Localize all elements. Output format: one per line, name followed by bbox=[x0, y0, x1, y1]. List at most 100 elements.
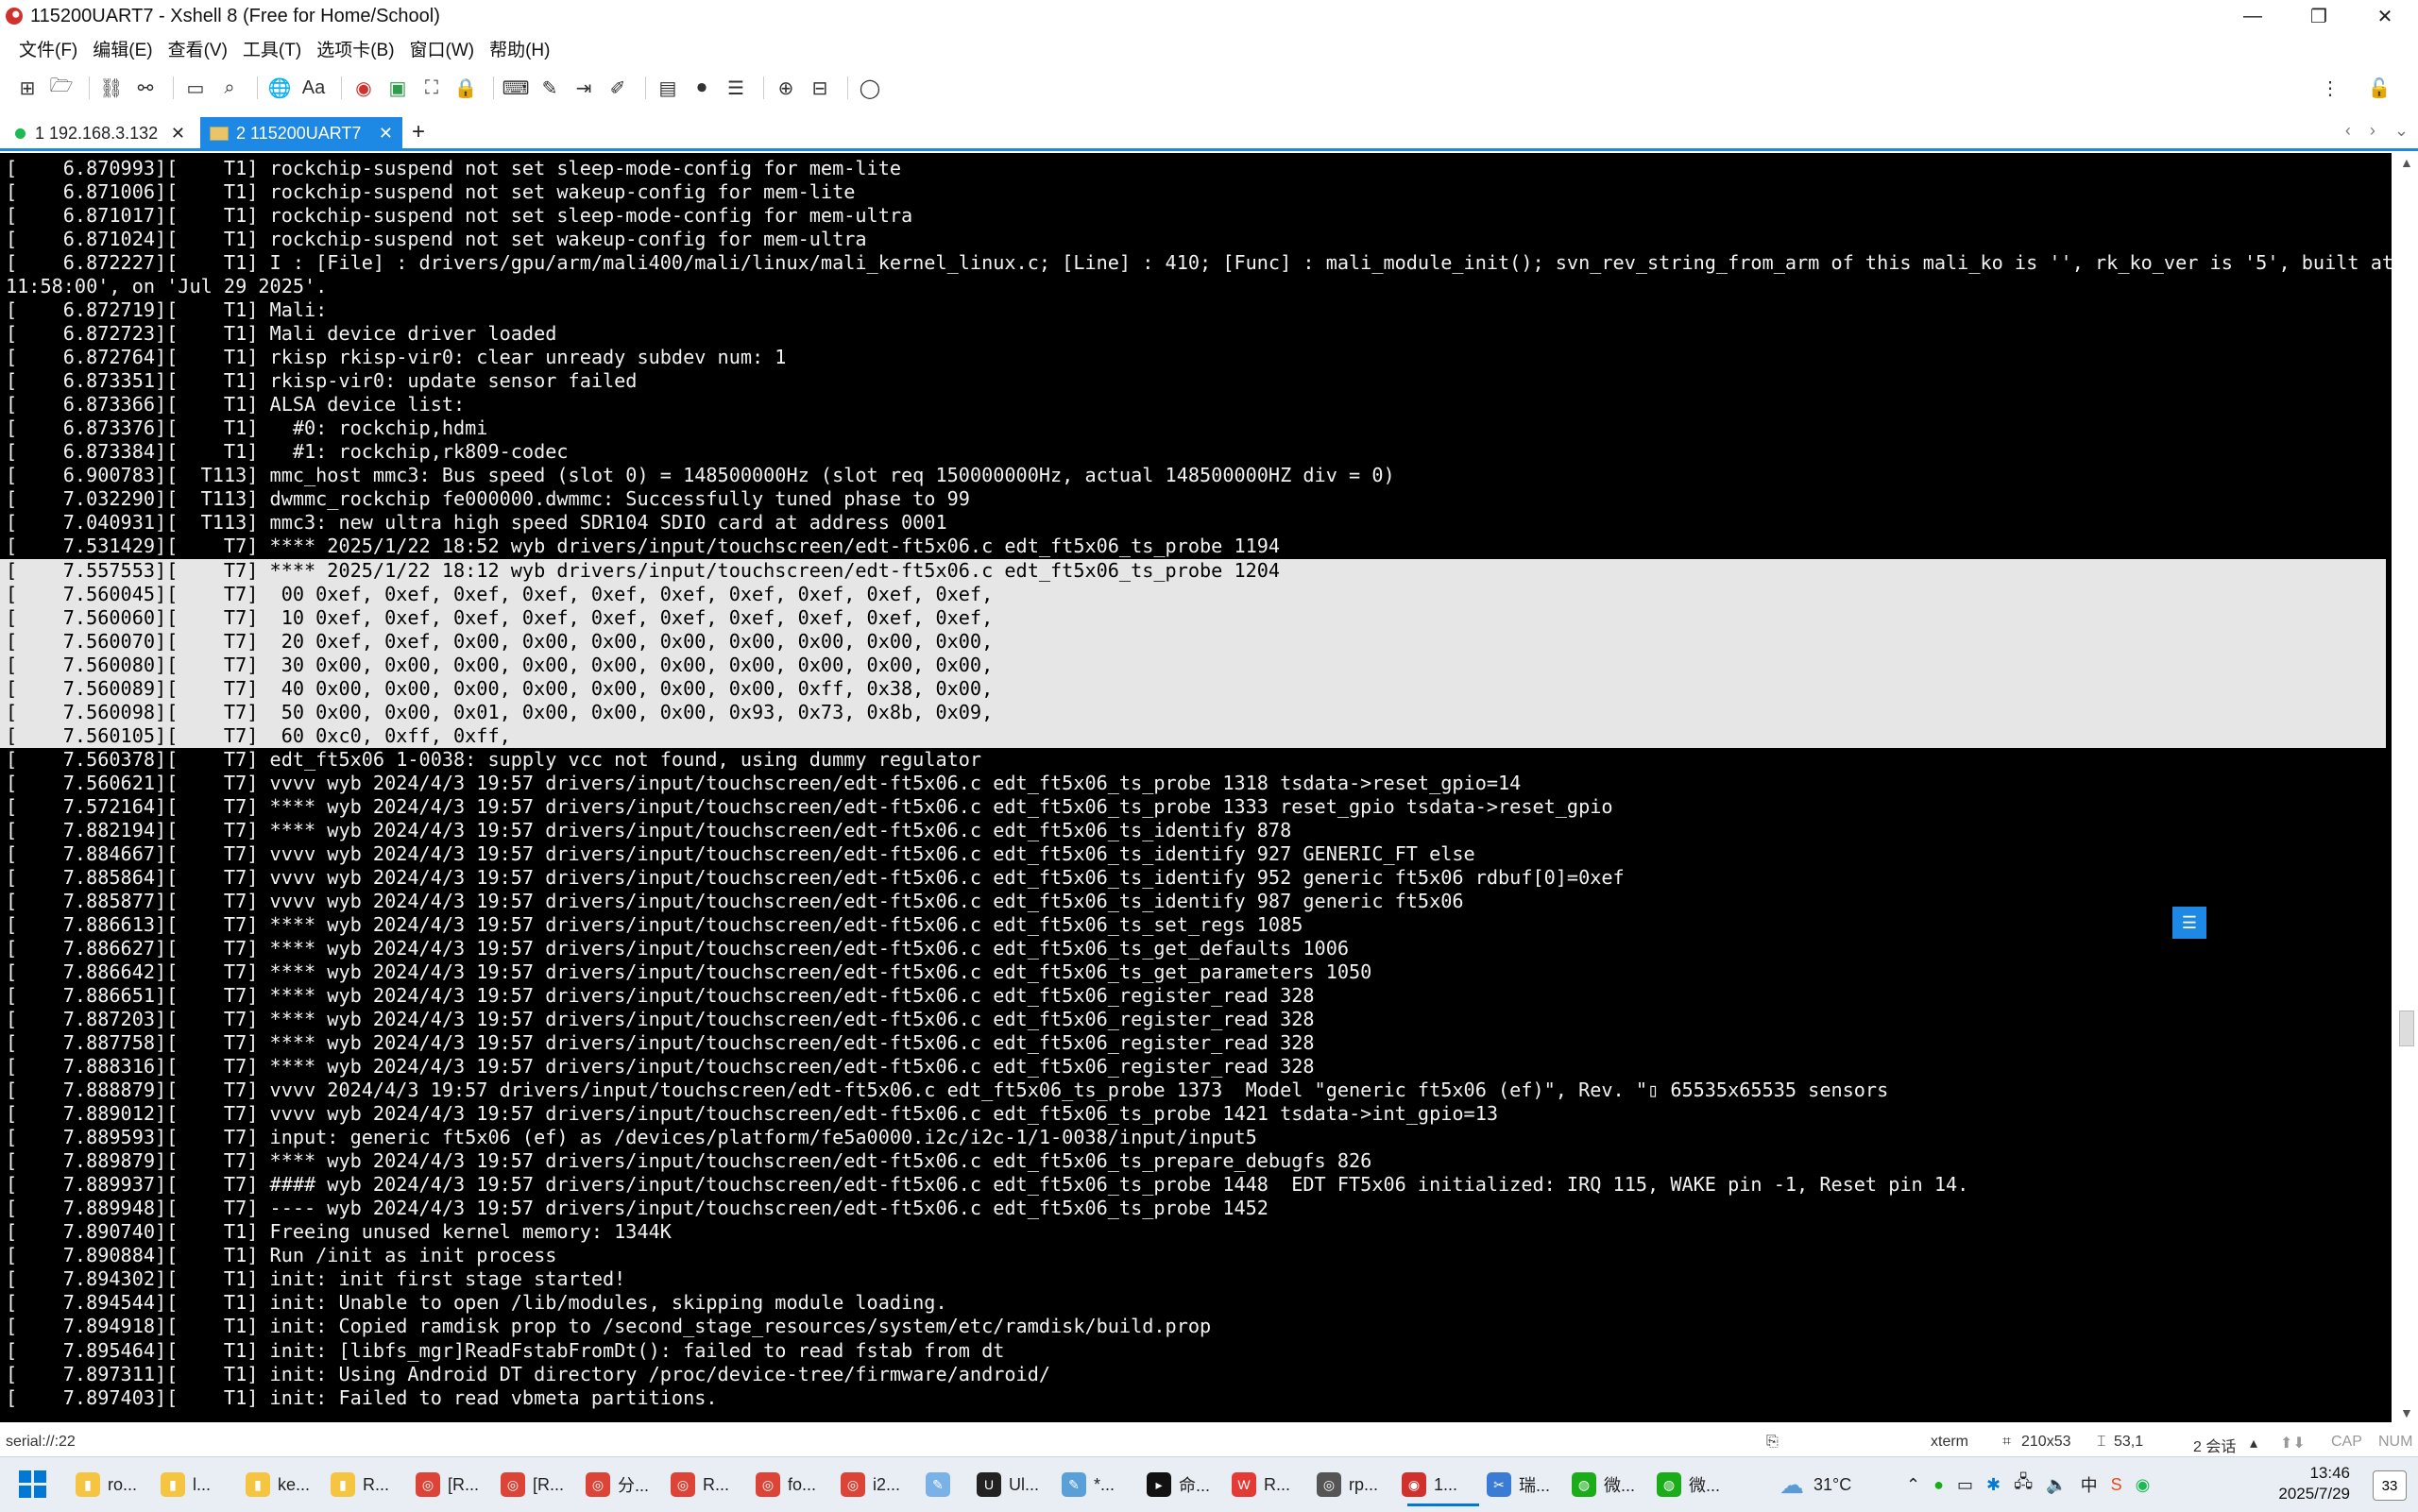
scroll-down-icon[interactable]: ▼ bbox=[2400, 1405, 2413, 1420]
record-icon[interactable]: ⏺ bbox=[688, 74, 716, 102]
menu-tabs[interactable]: 选项卡(B) bbox=[309, 36, 401, 61]
compose-icon[interactable]: ✎ bbox=[536, 74, 564, 102]
floating-note-icon[interactable]: ☰ bbox=[2172, 907, 2206, 939]
terminal-line: [ 6.872723][ T1] Mali device driver load… bbox=[6, 322, 557, 346]
chevron-down-icon[interactable]: ⌄ bbox=[2394, 121, 2409, 141]
restore-button[interactable]: ❐ bbox=[2286, 0, 2352, 32]
taskbar-app[interactable]: ▮ l... bbox=[161, 1465, 244, 1504]
copy-icon[interactable]: ⎘ bbox=[1766, 1434, 1779, 1451]
disconnect-icon[interactable]: ⚯ bbox=[131, 74, 160, 102]
menu-edit[interactable]: 编辑(E) bbox=[85, 36, 160, 61]
add-tab-icon[interactable]: ⊕ bbox=[772, 74, 800, 102]
taskbar-app[interactable]: ▸ 命... bbox=[1147, 1465, 1230, 1504]
sogou-tray-icon[interactable]: S bbox=[2111, 1475, 2122, 1495]
network-icon[interactable]: 🖧 bbox=[2014, 1470, 2033, 1499]
terminal-line: [ 7.888879][ T7] vvvv 2024/4/3 19:57 dri… bbox=[6, 1079, 1889, 1102]
volume-icon[interactable]: 🔈 bbox=[2046, 1475, 2067, 1495]
taskbar-app[interactable]: ◍ 微... bbox=[1572, 1465, 1655, 1504]
wps-icon: W bbox=[1232, 1472, 1256, 1497]
script-icon[interactable]: ✐ bbox=[604, 74, 632, 102]
input-method-icon[interactable]: 中 bbox=[2081, 1472, 2098, 1497]
chrome-icon: ◎ bbox=[671, 1472, 695, 1497]
menu-view[interactable]: 查看(V) bbox=[161, 36, 235, 61]
close-button[interactable]: ✕ bbox=[2352, 0, 2418, 32]
windows-start-icon[interactable] bbox=[19, 1470, 47, 1499]
taskbar-app-label: Ul... bbox=[1009, 1474, 1040, 1494]
taskbar-app[interactable]: ◎ rp... bbox=[1317, 1465, 1400, 1504]
open-folder-icon[interactable]: 🗁 bbox=[47, 74, 76, 102]
taskbar-app[interactable]: ◎ [R... bbox=[416, 1465, 499, 1504]
log-icon[interactable]: ▤ bbox=[654, 74, 682, 102]
notification-center-icon[interactable]: 33 bbox=[2373, 1470, 2407, 1501]
scroll-up-icon[interactable]: ▲ bbox=[2400, 155, 2413, 170]
more-icon[interactable]: ⋮ bbox=[2316, 74, 2344, 102]
xshell-icon[interactable]: ◉ bbox=[349, 74, 378, 102]
search-icon[interactable]: ⌕ bbox=[215, 74, 244, 102]
terminal-output[interactable]: [ 6.870993][ T1] rockchip-suspend not se… bbox=[0, 153, 2392, 1422]
globe-icon[interactable]: 🌐 bbox=[265, 74, 294, 102]
ultraedit-icon: U bbox=[977, 1472, 1001, 1497]
taskbar-app[interactable]: ▮ ro... bbox=[76, 1465, 159, 1504]
security-tray-icon[interactable]: ◉ bbox=[2136, 1475, 2151, 1495]
taskbar-app[interactable]: ▮ ke... bbox=[246, 1465, 329, 1504]
terminal-line: [ 7.886642][ T7] **** wyb 2024/4/3 19:57… bbox=[6, 960, 1372, 984]
close-tab-icon[interactable]: ✕ bbox=[379, 124, 393, 144]
sessions-arrow-icon[interactable]: ▴ bbox=[2250, 1434, 2257, 1453]
notes-icon[interactable]: ☰ bbox=[722, 74, 750, 102]
taskbar-app[interactable]: U Ul... bbox=[977, 1465, 1060, 1504]
taskbar-app[interactable]: ✎ *... bbox=[1062, 1465, 1145, 1504]
layout-icon[interactable]: ⊟ bbox=[806, 74, 834, 102]
taskbar-app[interactable]: ◎ fo... bbox=[756, 1465, 839, 1504]
menu-file[interactable]: 文件(F) bbox=[11, 36, 85, 61]
scrollbar-thumb[interactable] bbox=[2399, 1011, 2414, 1046]
taskbar-app[interactable]: ◎ i2... bbox=[841, 1465, 924, 1504]
fullscreen-icon[interactable]: ⛶ bbox=[417, 74, 446, 102]
tab-session-1[interactable]: 1 192.168.3.132 ✕ bbox=[6, 117, 195, 149]
terminal-line: [ 6.871024][ T1] rockchip-suspend not se… bbox=[6, 228, 867, 251]
taskbar-app[interactable]: ◎ 分... bbox=[586, 1465, 669, 1504]
clock[interactable]: 13:46 2025/7/29 bbox=[2278, 1463, 2350, 1504]
lock-icon[interactable]: 🔒 bbox=[451, 74, 480, 102]
font-button[interactable]: Aa bbox=[299, 74, 328, 102]
menu-window[interactable]: 窗口(W) bbox=[402, 36, 483, 61]
close-tab-icon[interactable]: ✕ bbox=[171, 124, 185, 144]
weather-widget[interactable]: ☁ 31°C bbox=[1779, 1457, 1851, 1512]
taskbar-app-label: 微... bbox=[1604, 1476, 1636, 1495]
taskbar-app-label: i2... bbox=[873, 1474, 901, 1494]
new-tab-icon[interactable]: + bbox=[412, 119, 425, 145]
battery-icon[interactable]: ▭ bbox=[1957, 1475, 1973, 1495]
chevron-left-icon[interactable]: ‹ bbox=[2345, 121, 2351, 141]
taskbar-app[interactable]: W R... bbox=[1232, 1465, 1315, 1504]
properties-icon[interactable]: ▭ bbox=[181, 74, 210, 102]
tab-session-2[interactable]: 2 115200UART7 ✕ bbox=[200, 117, 402, 149]
new-session-icon[interactable]: ⊞ bbox=[13, 74, 42, 102]
session-count[interactable]: 2 会话 bbox=[2193, 1434, 2236, 1456]
terminal-size-icon: ⌗ bbox=[2002, 1434, 2012, 1450]
terminal-scrollbar[interactable]: ▲ ▼ bbox=[2395, 153, 2418, 1422]
taskbar-app-label: [R... bbox=[533, 1474, 565, 1494]
taskbar-app[interactable]: ◉ 1... bbox=[1402, 1465, 1485, 1506]
transfer-icon[interactable]: ⇥ bbox=[570, 74, 598, 102]
taskbar-app[interactable]: ◎ R... bbox=[671, 1465, 754, 1504]
minimize-button[interactable]: — bbox=[2220, 0, 2286, 32]
keyboard-icon[interactable]: ⌨ bbox=[502, 74, 530, 102]
taskbar-app-label: 微... bbox=[1689, 1476, 1721, 1495]
chat-icon[interactable]: ◯ bbox=[856, 74, 884, 102]
chrome-icon: ◎ bbox=[756, 1472, 780, 1497]
scroll-arrows-icon[interactable]: ⬆⬇ bbox=[2280, 1434, 2306, 1453]
taskbar-app[interactable]: ✂ 瑞... bbox=[1487, 1465, 1570, 1504]
bluetooth-icon[interactable]: ✱ bbox=[1986, 1475, 2001, 1495]
taskbar-app[interactable]: ◍ 微... bbox=[1657, 1465, 1740, 1504]
wechat-tray-icon[interactable]: ● bbox=[1933, 1475, 1944, 1495]
chevron-right-icon[interactable]: › bbox=[2370, 121, 2375, 141]
taskbar-app[interactable]: ▮ R... bbox=[331, 1465, 414, 1504]
connect-icon[interactable]: ⛓ bbox=[97, 74, 126, 102]
unlock-icon[interactable]: 🔓 bbox=[2365, 74, 2393, 102]
menu-tools[interactable]: 工具(T) bbox=[235, 36, 309, 61]
menu-help[interactable]: 帮助(H) bbox=[482, 36, 557, 61]
toolbar: ⊞ 🗁 ⛓ ⚯ ▭ ⌕ 🌐 Aa ◉ ▣ ⛶ 🔒 ⌨ ✎ ⇥ ✐ ▤ ⏺ ☰ ⊕… bbox=[0, 68, 2418, 108]
taskbar-app[interactable]: ◎ [R... bbox=[501, 1465, 584, 1504]
taskbar-app[interactable]: ✎ bbox=[926, 1465, 975, 1504]
xftp-icon[interactable]: ▣ bbox=[383, 74, 412, 102]
chevron-up-icon[interactable]: ⌃ bbox=[1906, 1475, 1920, 1495]
